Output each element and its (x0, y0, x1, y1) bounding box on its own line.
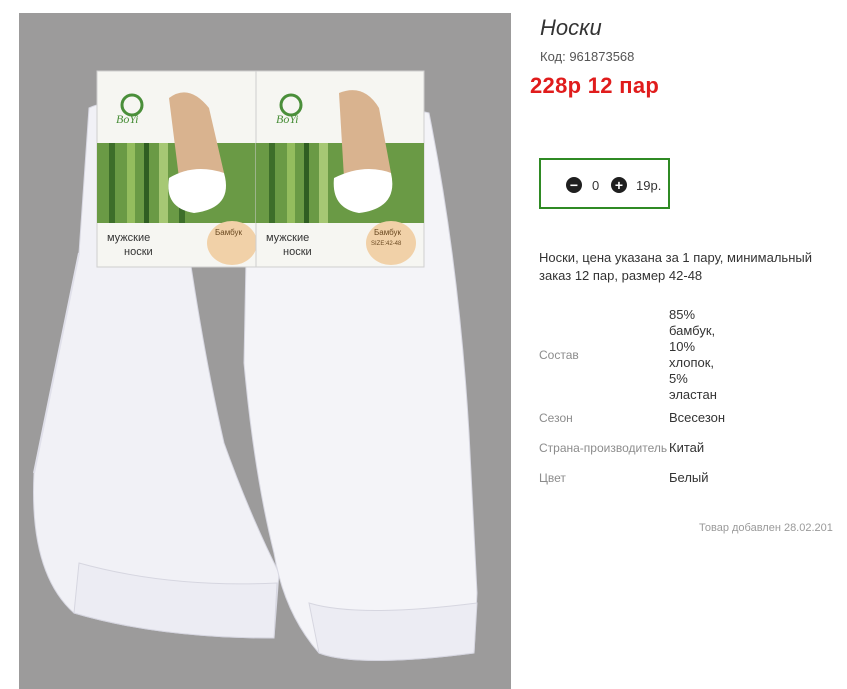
spec-key: Страна-производитель (539, 441, 668, 455)
package-material-right: Бамбук (374, 228, 402, 237)
package-label-left-2: носки (124, 246, 153, 258)
spec-key: Цвет (539, 471, 566, 485)
date-added: Товар добавлен 28.02.201 (699, 522, 833, 534)
specs-table: Состав 85% бамбук, 10% хлопок, 5% эласта… (539, 307, 729, 493)
spec-key: Сезон (539, 411, 573, 425)
minus-circle-icon[interactable]: − (566, 177, 582, 193)
spec-row: Страна-производитель Китай (539, 433, 729, 463)
spec-value: 85% бамбук, 10% хлопок, 5% эластан (669, 307, 729, 403)
product-price: 228р 12 пар (530, 73, 660, 98)
product-title: Носки (540, 15, 602, 40)
spec-row: Сезон Всесезон (539, 403, 729, 433)
spec-value-text: 85% бамбук, 10% хлопок, 5% эластан (669, 307, 717, 402)
quantity-value[interactable]: 0 (592, 178, 599, 193)
spec-row: Состав 85% бамбук, 10% хлопок, 5% эласта… (539, 307, 729, 403)
package-material-left: Бамбук (215, 228, 243, 237)
product-code: Код: 961873568 (540, 49, 635, 64)
spec-key: Состав (539, 348, 579, 362)
brand-text-left: BoYi (116, 112, 138, 126)
package-label-left-1: мужские (107, 232, 150, 244)
spec-value: Китай (669, 440, 705, 455)
package-label-right-2: носки (283, 246, 312, 258)
unit-price: 19р. (636, 178, 662, 193)
plus-circle-icon[interactable]: + (611, 177, 627, 193)
brand-text-right: BoYi (276, 112, 298, 126)
spec-value: Белый (669, 470, 709, 485)
spec-value: Всесезон (669, 410, 726, 425)
quantity-selector: − 0 + 19р. (539, 158, 670, 209)
package-label-right-1: мужские (266, 232, 309, 244)
package-size-right: SIZE:42-48 (371, 241, 402, 247)
spec-row: Цвет Белый (539, 463, 729, 493)
socks-image: BoYi BoYi мужские носки мужские носки Ба… (33, 70, 478, 661)
product-description: Носки, цена указана за 1 пару, минимальн… (539, 250, 812, 283)
product-photo[interactable]: BoYi BoYi мужские носки мужские носки Ба… (19, 13, 511, 689)
